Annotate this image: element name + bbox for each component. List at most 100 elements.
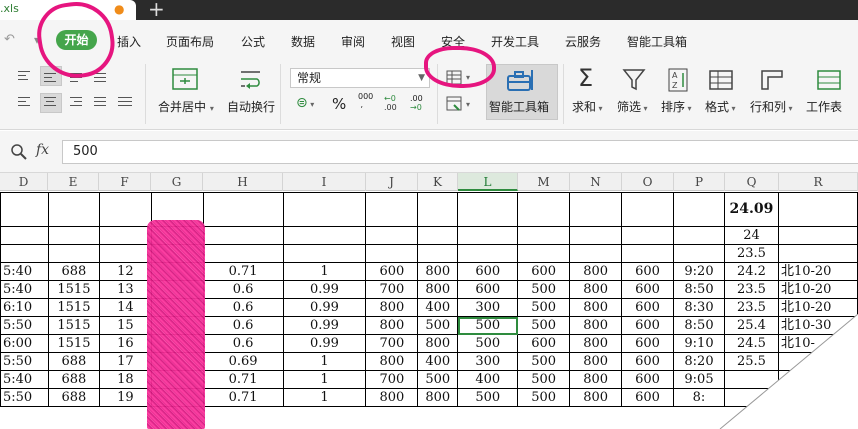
cell-l5[interactable]: 600 [457,280,519,299]
percent-button[interactable]: % [332,95,346,113]
cell-i11[interactable]: 1 [282,388,367,407]
undo-icon[interactable]: ↶ [4,32,15,47]
cell-p1[interactable] [673,192,725,227]
menu-cloud[interactable]: 云服务 [565,33,601,50]
menu-view[interactable]: 视图 [391,33,415,50]
currency-icon[interactable]: ⊜ ▾ [296,95,314,111]
sum-icon[interactable]: Σ [578,64,593,92]
cell-j4[interactable]: 600 [365,262,419,281]
cell-m11[interactable]: 500 [517,388,571,407]
cell-l11[interactable]: 500 [457,388,519,407]
cell-h3[interactable] [202,244,284,263]
cell-h10[interactable]: 0.71 [202,370,284,389]
format-label[interactable]: 格式 ▾ [705,98,736,115]
cell-e2[interactable] [47,226,100,245]
cell-e4[interactable]: 688 [47,262,100,281]
cell-n11[interactable]: 800 [569,388,623,407]
decrease-decimal-button[interactable]: .00 →0 [410,94,423,112]
cell-k9[interactable]: 400 [417,352,459,371]
cell-k11[interactable]: 800 [417,388,459,407]
cell-k7[interactable]: 500 [417,316,459,335]
cell-e11[interactable]: 688 [47,388,100,407]
cell-f10[interactable]: 18 [98,370,152,389]
cell-f1[interactable] [98,192,152,227]
cell-r1[interactable] [777,192,858,227]
cell-i9[interactable]: 1 [282,352,367,371]
wrap-text-icon[interactable] [238,68,264,90]
worksheet-label[interactable]: 工作表 [806,98,842,115]
cell-d11[interactable]: 5:50 [0,388,49,407]
cell-style-icon[interactable] [446,96,464,112]
cell-j7[interactable]: 800 [365,316,419,335]
search-icon[interactable] [10,143,28,161]
cell-k1[interactable] [417,192,459,227]
column-header-m[interactable]: M [518,173,570,191]
align-left-icon[interactable] [18,97,32,109]
column-header-p[interactable]: P [674,173,725,191]
format-icon[interactable] [708,68,734,92]
cell-h2[interactable] [202,226,284,245]
cell-j11[interactable]: 800 [365,388,419,407]
cell-j6[interactable]: 800 [365,298,419,317]
cell-m1[interactable] [517,192,571,227]
cell-m5[interactable]: 500 [517,280,571,299]
column-header-r[interactable]: R [779,173,858,191]
thousands-separator-button[interactable]: 000 , [358,93,373,109]
cell-l6[interactable]: 300 [457,298,519,317]
cell-n6[interactable]: 800 [569,298,623,317]
cell-h5[interactable]: 0.6 [202,280,284,299]
cell-o3[interactable] [621,244,675,263]
column-header-j[interactable]: J [366,173,418,191]
column-header-k[interactable]: K [418,173,458,191]
column-header-g[interactable]: G [151,173,203,191]
cell-r4[interactable]: 北10-20 [777,262,858,281]
cell-e6[interactable]: 1515 [47,298,100,317]
cell-f5[interactable]: 13 [98,280,152,299]
cell-i4[interactable]: 1 [282,262,367,281]
cell-j1[interactable] [365,192,419,227]
cell-l8[interactable]: 500 [457,334,519,353]
menu-insert[interactable]: 插入 [117,33,141,50]
cell-h8[interactable]: 0.6 [202,334,284,353]
increase-decimal-button[interactable]: ←0.00 [384,94,397,112]
merge-center-label[interactable]: 合并居中 ▾ [158,98,214,115]
cell-l1[interactable] [457,192,519,227]
cell-k8[interactable]: 800 [417,334,459,353]
cell-m3[interactable] [517,244,571,263]
sort-label[interactable]: 排序 ▾ [661,98,692,115]
cell-k10[interactable]: 500 [417,370,459,389]
cell-f6[interactable]: 14 [98,298,152,317]
cell-p2[interactable] [673,226,725,245]
cell-i6[interactable]: 0.99 [282,298,367,317]
cell-m4[interactable]: 600 [517,262,571,281]
cell-f7[interactable]: 15 [98,316,152,335]
cell-q1[interactable]: 24.09 [723,192,779,227]
row-col-label[interactable]: 行和列 ▾ [750,98,793,115]
cell-i2[interactable] [282,226,367,245]
column-header-d[interactable]: D [0,173,48,191]
cell-style-caret-icon[interactable]: ▾ [466,100,470,109]
cell-d7[interactable]: 5:50 [0,316,49,335]
cell-e7[interactable]: 1515 [47,316,100,335]
cell-p4[interactable]: 9:20 [673,262,725,281]
cell-o1[interactable] [621,192,675,227]
cell-f3[interactable] [98,244,152,263]
cell-m7[interactable]: 500 [517,316,571,335]
cell-o2[interactable] [621,226,675,245]
cell-f8[interactable]: 16 [98,334,152,353]
cell-i3[interactable] [282,244,367,263]
menu-formulas[interactable]: 公式 [241,33,265,50]
cell-r2[interactable] [777,226,858,245]
sort-icon[interactable]: A Z [666,68,690,92]
align-top-icon[interactable] [18,71,32,83]
cell-i7[interactable]: 0.99 [282,316,367,335]
column-header-n[interactable]: N [570,173,622,191]
cell-n5[interactable]: 800 [569,280,623,299]
menu-developer[interactable]: 开发工具 [491,33,539,50]
cell-l4[interactable]: 600 [457,262,519,281]
cell-h11[interactable]: 0.71 [202,388,284,407]
cell-f11[interactable]: 19 [98,388,152,407]
cell-e9[interactable]: 688 [47,352,100,371]
cell-r5[interactable]: 北10-20 [777,280,858,299]
cell-e3[interactable] [47,244,100,263]
